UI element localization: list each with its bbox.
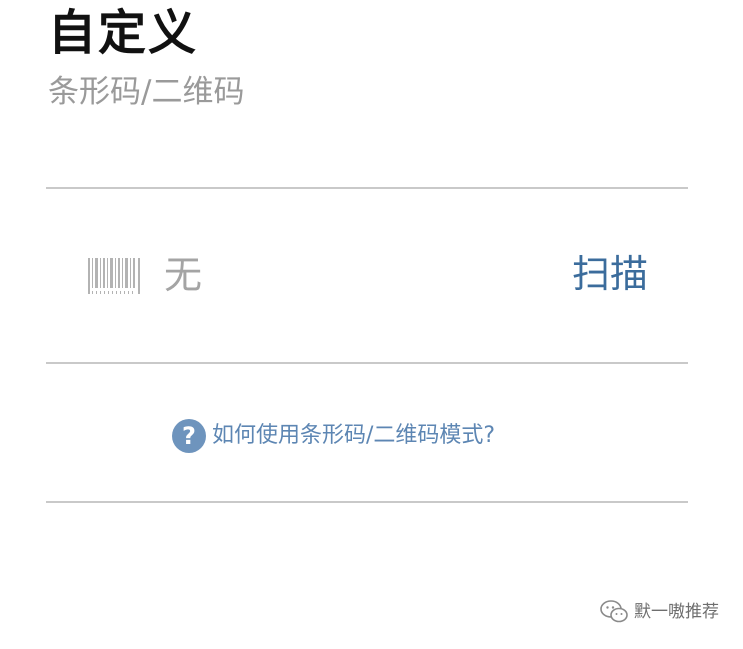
page-title: 自定义: [48, 5, 199, 61]
divider-top: [46, 187, 688, 189]
page-subtitle: 条形码/二维码: [48, 74, 245, 110]
divider-bottom: [46, 501, 688, 503]
help-link-text: 如何使用条形码/二维码模式?: [212, 423, 496, 448]
divider-middle: [46, 362, 688, 364]
scan-button[interactable]: 扫描: [572, 246, 648, 302]
barcode-value: 无: [164, 253, 203, 297]
barcode-row: 无 扫描: [46, 190, 688, 362]
help-link[interactable]: ? 如何使用条形码/二维码模式?: [172, 416, 495, 456]
barcode-icon: [88, 258, 140, 294]
help-circle-icon: ?: [172, 419, 206, 453]
wechat-icon: [600, 600, 628, 623]
watermark: 默一嗷推荐: [600, 597, 719, 627]
watermark-text: 默一嗷推荐: [634, 602, 719, 622]
